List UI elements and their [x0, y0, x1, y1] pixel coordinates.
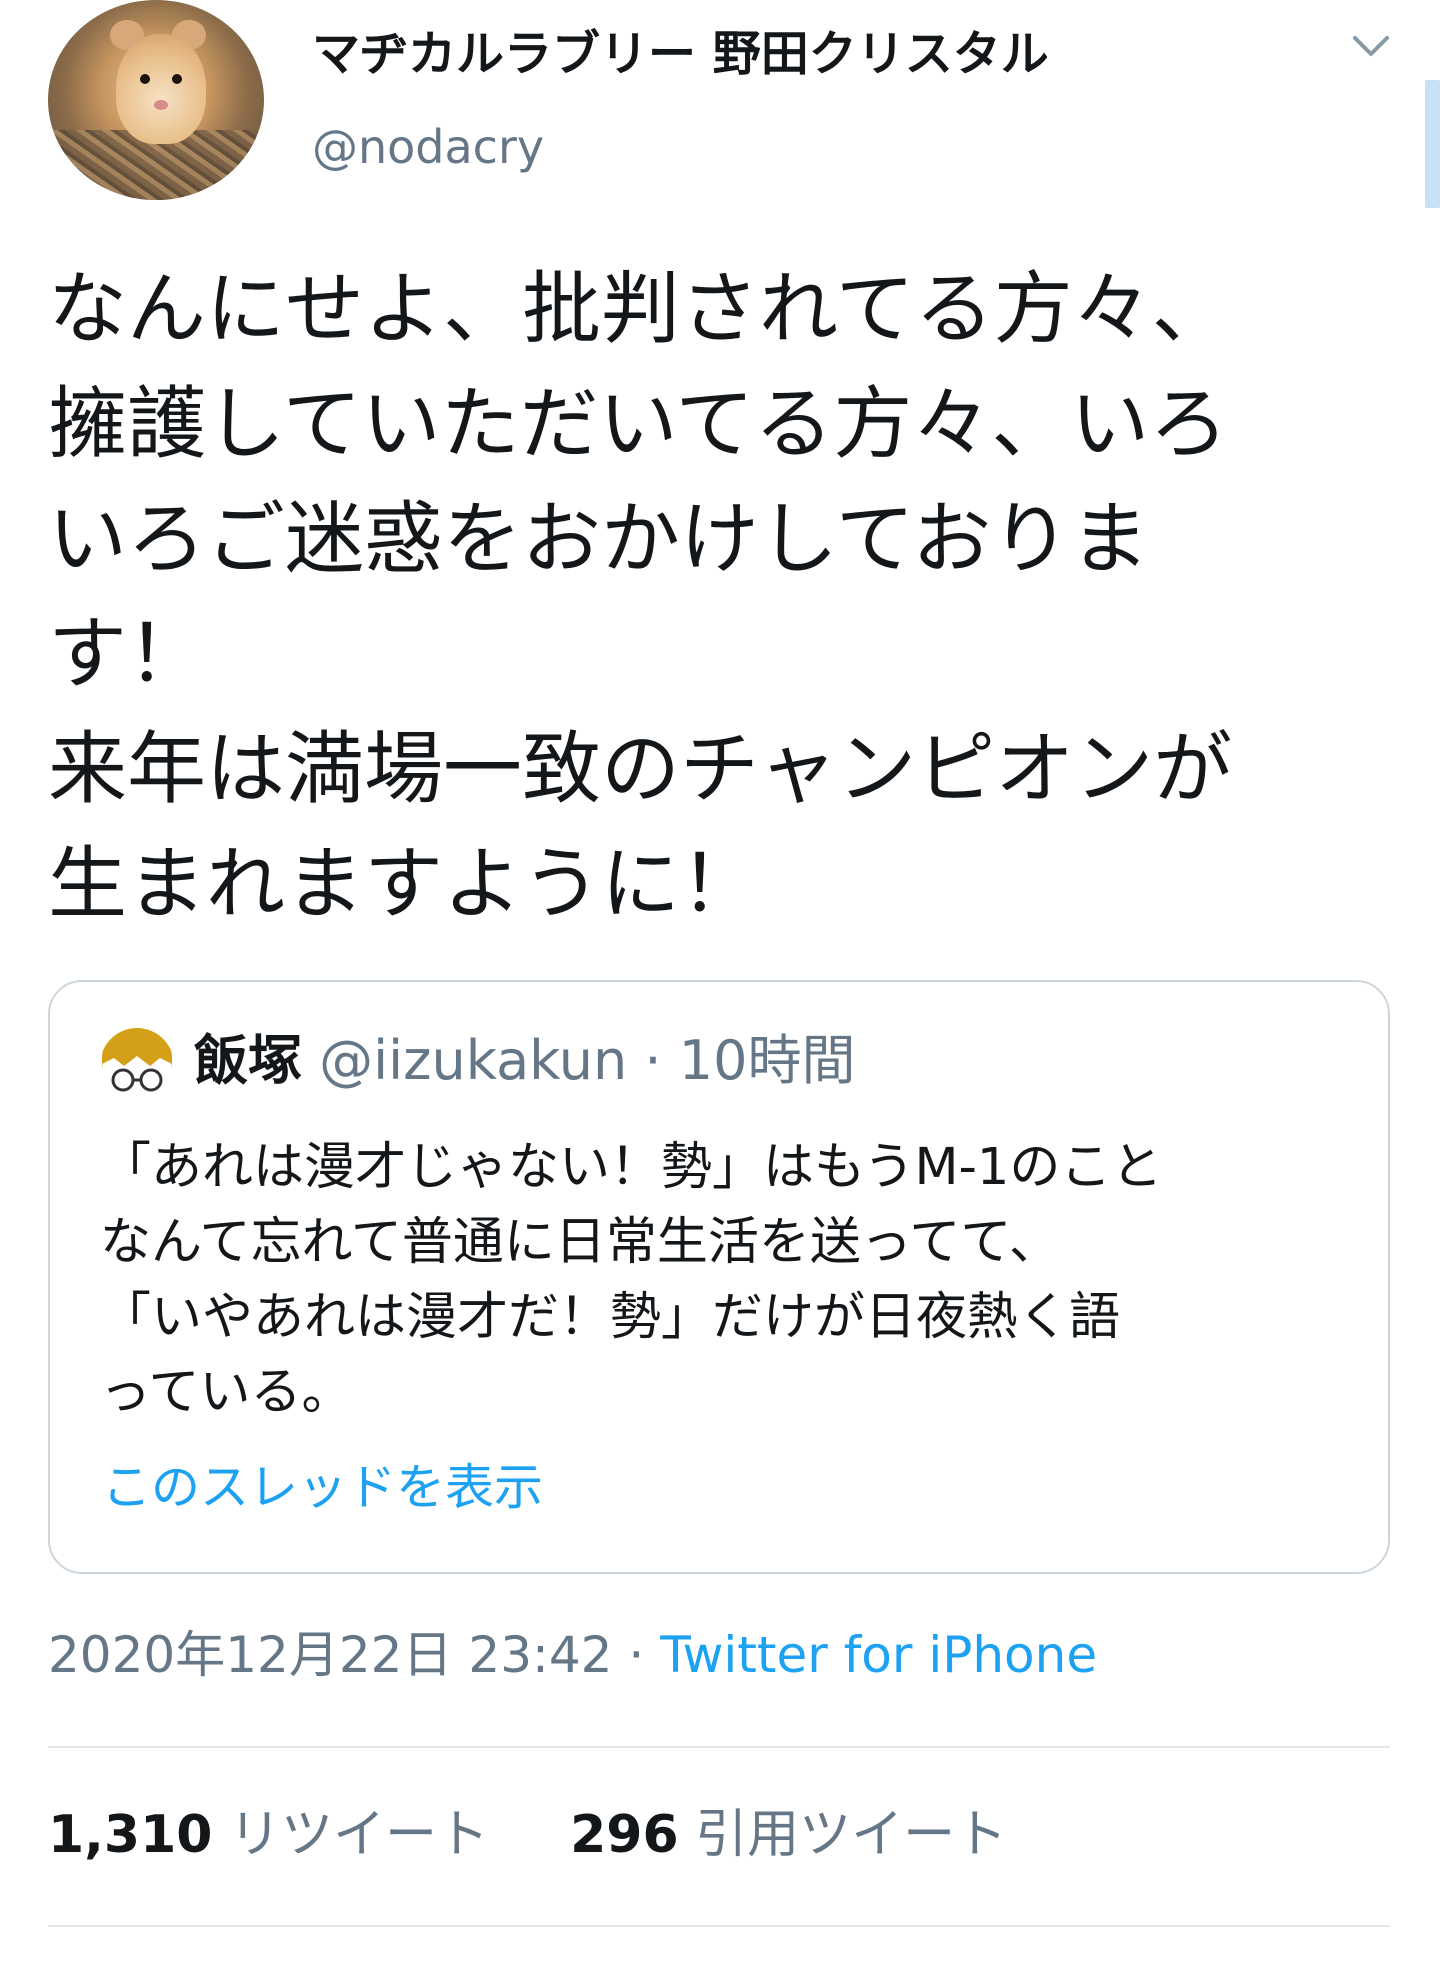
retweets-label: リツイート	[229, 1805, 490, 1865]
quote-tweets-stat[interactable]: 296 引用ツイート	[570, 1805, 1007, 1865]
author-handle[interactable]: @nodacry	[312, 120, 544, 174]
meta-separator: ·	[628, 1626, 645, 1684]
retweets-stat[interactable]: 1,310 リツイート	[48, 1805, 506, 1865]
avatar-eye-left	[140, 74, 150, 84]
tweet-timestamp[interactable]: 2020年12月22日 23:42	[48, 1626, 612, 1684]
author-display-name[interactable]: マヂカルラブリー 野田クリスタル	[312, 14, 1049, 84]
tweet-text: なんにせよ、批判されてる方々、 擁護していただいてる方々、いろ いろご迷惑をおか…	[48, 263, 1233, 930]
retweets-count: 1,310	[48, 1805, 213, 1865]
quote-tweets-label: 引用ツイート	[695, 1805, 1008, 1865]
tweet-source-link[interactable]: Twitter for iPhone	[660, 1626, 1097, 1684]
avatar-nose	[154, 100, 168, 110]
hamster-icon	[116, 34, 206, 144]
quoted-author-handle[interactable]: @iizukakun	[319, 1029, 627, 1092]
author-avatar[interactable]	[48, 0, 264, 200]
divider	[48, 1925, 1390, 1927]
glasses-avatar-icon	[100, 1028, 174, 1102]
quoted-tweet-header: 飯塚 @iizukakun · 10時間	[194, 1026, 855, 1096]
avatar-eye-right	[172, 74, 182, 84]
quoted-tweet-text: 「あれは漫才じゃない！勢」はもうM-1のこと なんて忘れて普通に日常生活を送って…	[100, 1138, 1163, 1422]
quote-tweets-count: 296	[570, 1805, 679, 1865]
chevron-down-icon[interactable]	[1352, 34, 1390, 58]
divider	[48, 1746, 1390, 1748]
header-separator: ·	[644, 1029, 662, 1092]
quoted-author-avatar[interactable]	[100, 1028, 174, 1102]
scrollbar-thumb[interactable]	[1425, 80, 1440, 208]
show-thread-link[interactable]: このスレッドを表示	[102, 1448, 543, 1519]
quoted-author-name[interactable]: 飯塚	[194, 1029, 302, 1092]
quoted-tweet-card[interactable]: 飯塚 @iizukakun · 10時間 「あれは漫才じゃない！勢」はもうM-1…	[48, 980, 1390, 1574]
engagement-stats: 1,310 リツイート 296 引用ツイート	[48, 1800, 1007, 1870]
tweet-meta: 2020年12月22日 23:42 · Twitter for iPhone	[48, 1620, 1097, 1690]
quoted-tweet-time[interactable]: 10時間	[679, 1029, 856, 1092]
